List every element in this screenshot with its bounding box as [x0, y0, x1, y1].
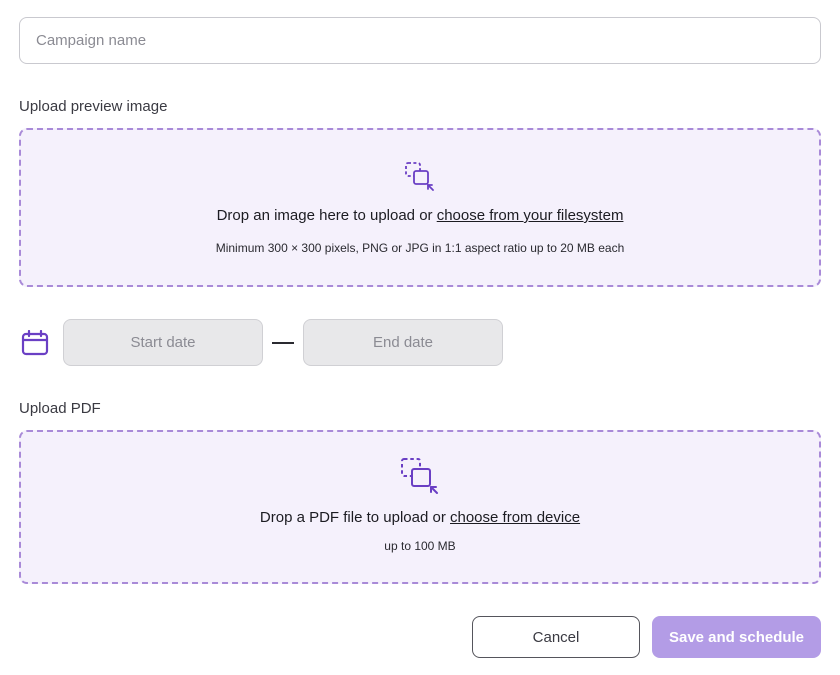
- pdf-dropzone-hint: up to 100 MB: [384, 539, 456, 553]
- preview-upload-label: Upload preview image: [19, 98, 168, 115]
- pdf-dropzone-text: Drop a PDF file to upload or choose from…: [21, 509, 819, 526]
- date-range-separator: [272, 342, 294, 344]
- choose-from-device-link[interactable]: choose from device: [450, 509, 580, 526]
- choose-from-filesystem-link[interactable]: choose from your filesystem: [437, 207, 624, 224]
- upload-copy-icon: [404, 161, 436, 196]
- upload-copy-icon: [400, 457, 440, 500]
- end-date-input[interactable]: [303, 319, 503, 366]
- preview-dropzone-hint: Minimum 300 × 300 pixels, PNG or JPG in …: [215, 241, 625, 255]
- pdf-dropzone-main-text: Drop a PDF file to upload or: [259, 509, 450, 526]
- preview-dropzone-main-text: Drop an image here to upload or: [216, 207, 437, 224]
- start-date-input[interactable]: [63, 319, 263, 366]
- preview-dropzone-text: Drop an image here to upload or choose f…: [21, 207, 819, 224]
- campaign-name-input[interactable]: [19, 17, 821, 64]
- save-and-schedule-button[interactable]: Save and schedule: [652, 616, 821, 658]
- pdf-dropzone[interactable]: Drop a PDF file to upload or choose from…: [19, 430, 821, 584]
- preview-image-dropzone[interactable]: Drop an image here to upload or choose f…: [19, 128, 821, 287]
- cancel-button[interactable]: Cancel: [472, 616, 640, 658]
- pdf-upload-label: Upload PDF: [19, 400, 101, 417]
- calendar-icon: [21, 329, 49, 361]
